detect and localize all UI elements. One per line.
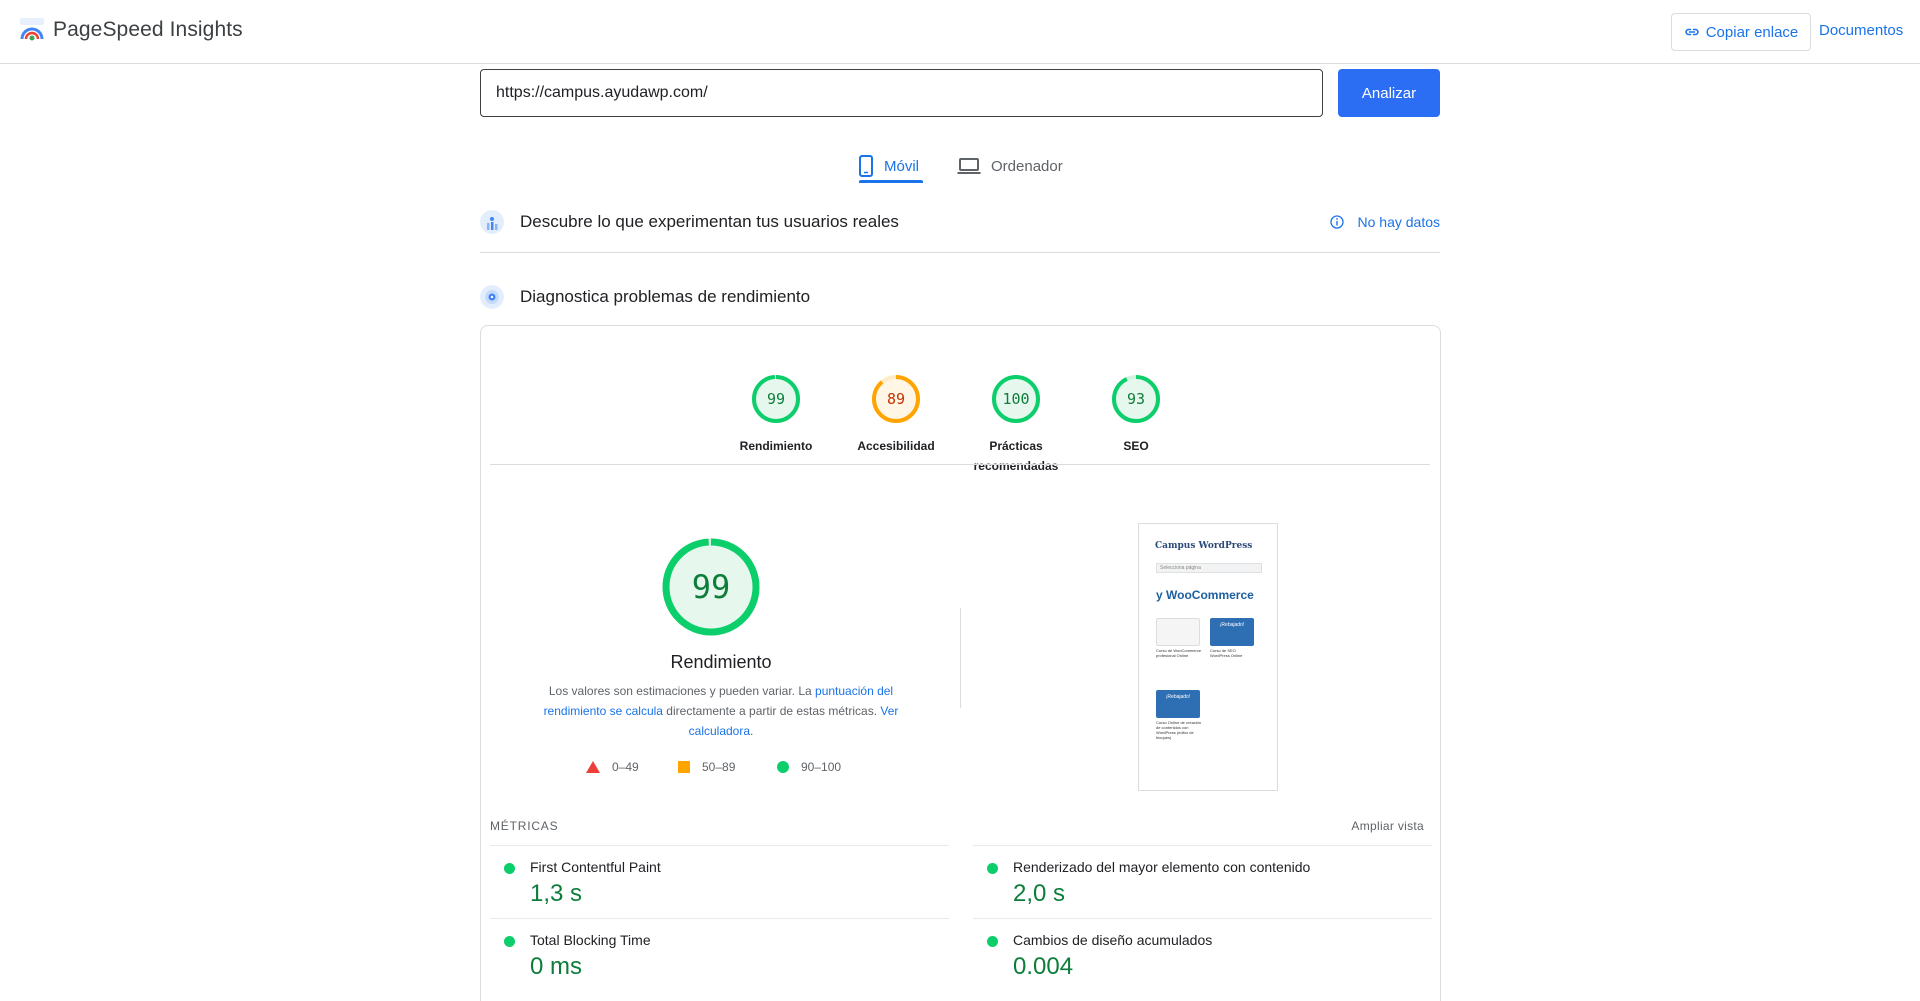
tab-desktop-label: Ordenador [991,157,1063,175]
metric-value: 0 ms [530,953,583,980]
performance-score-value: 99 [692,568,731,606]
metric-label: First Contentful Paint [530,859,661,875]
metric-value: 2,0 s [1013,880,1066,907]
metric-value: 1,3 s [530,880,583,907]
legend-fail-label: 0–49 [612,760,639,774]
metrics-heading: MÉTRICAS [490,819,559,833]
performance-title: Rendimiento [670,652,772,672]
desc-text: Los valores son estimaciones y pueden va… [548,684,816,698]
screenshot-logo: Campus WordPress [1155,541,1253,551]
tab-desktop[interactable]: Ordenador [957,148,1063,184]
screenshot-thumbnail [1156,618,1200,646]
score-gauge-ring: 93 [1112,375,1160,423]
diagnostics-title: Diagnostica problemas de rendimiento [520,287,811,306]
expand-view-toggle[interactable]: Ampliar vista [1351,819,1424,833]
score-label: Accesibilidad [857,439,935,453]
real-users-title: Descubre lo que experimentan tus usuario… [520,212,899,231]
pass-circle-icon [987,863,998,874]
pass-circle-icon [504,863,515,874]
legend-pass-label: 90–100 [801,760,842,774]
metric-tbt: Total Blocking Time 0 ms [490,918,949,991]
brand[interactable]: PageSpeed Insights [19,17,243,43]
vertical-separator [960,608,961,708]
info-icon [1329,215,1344,229]
score-value: 100 [1002,390,1029,408]
category-gauge-seo[interactable]: 93 SEO [1081,350,1191,456]
screenshot-caption: Curso de SEO WordPress Online [1210,648,1243,658]
category-gauge-performance[interactable]: 99 Rendimiento [721,350,831,456]
metric-fcp: First Contentful Paint 1,3 s [490,845,949,918]
screenshot-caption: Curso de WooCommerce profesional Online [1156,648,1202,658]
screenshot-caption: Curso Online de creación de contenidos c… [1156,720,1202,740]
card-divider [490,464,1430,465]
score-gauge-ring: 100 [992,375,1040,423]
section-divider [480,252,1440,253]
performance-description: Los valores son estimaciones y pueden va… [526,681,916,741]
metric-label: Cambios de diseño acumulados [1013,932,1213,948]
score-value: 93 [1127,390,1145,408]
performance-big-gauge: 99 [662,538,760,636]
pass-circle-icon [504,936,515,947]
average-square-icon [678,761,690,773]
screenshot-search: Selecciona página [1156,563,1262,573]
metric-label: Renderizado del mayor elemento con conte… [1013,859,1311,875]
page-screenshot[interactable]: Campus WordPress Selecciona página y Woo… [1138,523,1278,791]
legend-average: 50–89 [678,760,735,774]
app-title: PageSpeed Insights [53,18,243,41]
screenshot-thumbnail: ¡Rebajado! [1210,618,1254,646]
smartphone-icon [859,155,873,177]
legend-average-label: 50–89 [702,760,736,774]
metric-lcp: Renderizado del mayor elemento con conte… [973,845,1432,918]
tab-mobile-label: Móvil [884,157,920,175]
docs-link[interactable]: Documentos [1819,22,1903,39]
no-data-status[interactable]: No hay datos [1329,214,1441,230]
laptop-icon [957,158,981,174]
score-label: Prácticas recomendadas [973,439,1059,473]
legend-pass: 90–100 [777,760,841,774]
score-value: 89 [887,390,905,408]
score-label: SEO [1123,439,1149,453]
fail-triangle-icon [586,761,600,773]
screenshot-thumbnail: ¡Rebajado! [1156,690,1200,718]
desc-text: . [750,724,754,738]
top-app-bar: PageSpeed Insights Copiar enlace Documen… [0,0,1920,64]
real-users-section[interactable]: Descubre lo que experimentan tus usuario… [480,209,1440,235]
analyze-button[interactable]: Analizar [1338,69,1440,117]
legend-fail: 0–49 [586,760,639,774]
no-data-label: No hay datos [1357,214,1441,230]
copy-link-label: Copiar enlace [1705,23,1799,41]
link-icon [1684,28,1699,36]
copy-link-button[interactable]: Copiar enlace [1671,13,1811,51]
diagnostics-icon [480,285,504,309]
score-gauge-ring: 89 [872,375,920,423]
metric-value: 0.004 [1013,953,1074,980]
score-value: 99 [767,390,785,408]
diagnostics-section: Diagnostica problemas de rendimiento [480,284,1440,310]
active-tab-indicator [859,180,923,183]
pass-circle-icon [777,761,789,773]
category-gauge-best-practices[interactable]: 100 Prácticas recomendadas [961,350,1071,476]
screenshot-heading: y WooCommerce [1156,588,1254,602]
metric-cls: Cambios de diseño acumulados 0.004 [973,918,1432,991]
desc-text: directamente a partir de estas métricas. [662,704,881,718]
report-card: 99 Rendimiento 89 Accesibilidad 100 Prác… [480,325,1441,1001]
score-gauge-ring: 99 [752,375,800,423]
pagespeed-logo-icon [20,18,44,41]
category-gauge-accessibility[interactable]: 89 Accesibilidad [841,350,951,456]
score-label: Rendimiento [739,439,813,453]
metric-label: Total Blocking Time [530,932,651,948]
tab-mobile[interactable]: Móvil [858,148,919,184]
url-input[interactable] [480,69,1323,117]
users-data-icon [480,210,504,234]
pass-circle-icon [987,936,998,947]
